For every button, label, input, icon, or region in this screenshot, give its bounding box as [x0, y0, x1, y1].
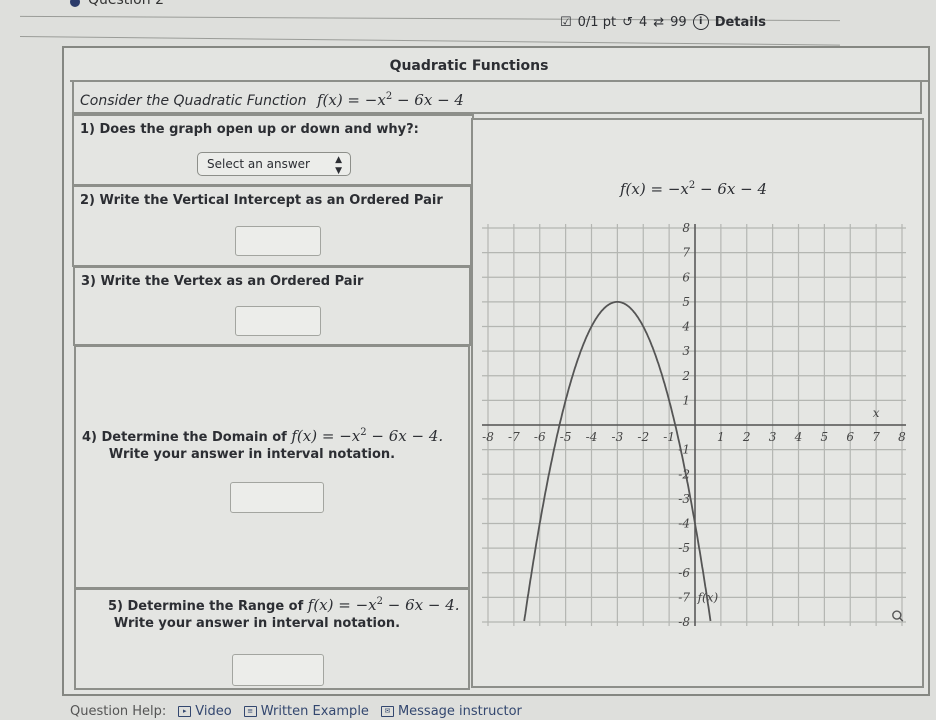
video-icon: ▸ [178, 706, 192, 717]
x-tick-label: -8 [482, 430, 494, 444]
function-graph[interactable]: -8 -7 -6 -5 -4 -3 -2 -1 1 2 3 4 5 6 7 8-8-7-6-5-4-3-2-1… [470, 210, 920, 640]
retry-icon: ↺ [622, 14, 633, 30]
y-tick-label: -3 [678, 492, 690, 506]
y-tick-label: 7 [682, 246, 690, 260]
y-tick-label: 5 [682, 295, 690, 309]
question-help-label: Question Help: [70, 704, 167, 719]
y-tick-label: 2 [681, 369, 690, 383]
question-4-cell: 4) Determine the Domain of f(x) = −x2 − … [74, 345, 470, 589]
y-tick-label: 4 [681, 320, 690, 334]
y-tick-label: -7 [678, 590, 690, 604]
retries-count: 4 [638, 14, 648, 30]
mail-icon: ✉ [380, 706, 394, 717]
x-tick-label: 4 [794, 430, 803, 444]
x-tick-label: -6 [534, 430, 546, 444]
question-3-label: 3) Write the Vertex as an Ordered Pair [81, 274, 364, 289]
question-help: Question Help: ▸ Video ≡ Written Example ✉… [70, 704, 522, 719]
written-example-link[interactable]: ≡ Written Example [243, 704, 369, 719]
divider [19, 36, 840, 46]
x-tick-label: 5 [821, 430, 829, 444]
question-4-instruction: Write your answer in interval notation. [108, 447, 396, 462]
question-5-instruction: Write your answer in interval notation. [113, 616, 401, 631]
x-tick-label: -1 [663, 430, 675, 444]
video-link[interactable]: ▸ Video [178, 704, 232, 719]
sync-icon: ⇄ [653, 14, 665, 30]
select-arrows-icon: ▲ ▼ [335, 155, 342, 176]
answer-select[interactable]: Select an answer ▲ ▼ [197, 152, 351, 176]
x-tick-label: 6 [846, 430, 854, 444]
x-tick-label: 1 [717, 430, 725, 444]
score: 0/1 pt [577, 14, 617, 30]
y-tick-label: -8 [678, 615, 690, 629]
x-tick-label: -5 [560, 430, 572, 444]
x-axis-label: x [873, 406, 880, 420]
range-input[interactable] [232, 654, 324, 686]
info-icon[interactable]: i [692, 14, 709, 30]
domain-input[interactable] [230, 482, 324, 513]
x-tick-label: -2 [637, 430, 649, 444]
consider-text: Consider the Quadratic Function [80, 93, 307, 109]
question-2-label: 2) Write the Vertical Intercept as an Or… [80, 193, 443, 208]
y-tick-label: -6 [678, 566, 690, 580]
details-link[interactable]: Details [715, 15, 766, 30]
y-tick-label: 3 [682, 344, 690, 358]
document-icon: ≡ [243, 706, 257, 717]
x-tick-label: -4 [586, 430, 598, 444]
question-label: Question 2 [88, 0, 164, 8]
consider-row: Consider the Quadratic Function f(x) = −… [72, 80, 922, 114]
message-instructor-link[interactable]: ✉ Message instructor [380, 704, 522, 719]
function-expression: f(x) = −x2 − 6x − 4 [316, 91, 464, 109]
x-tick-label: 3 [769, 430, 777, 444]
x-tick-label: 2 [742, 430, 751, 444]
y-tick-label: -4 [678, 517, 690, 531]
vertex-input[interactable] [235, 306, 321, 336]
attempts-count: 99 [670, 14, 687, 30]
question-1-label: 1) Does the graph open up or down and wh… [80, 122, 419, 137]
y-tick-label: 1 [682, 393, 690, 407]
y-tick-label: 8 [682, 221, 690, 235]
question-4-label: 4) Determine the Domain of f(x) = −x2 − … [82, 427, 444, 445]
x-tick-label: 8 [898, 430, 906, 444]
x-tick-label: -7 [508, 430, 520, 444]
checkbox-icon: ☑ [560, 14, 572, 30]
question-meta: ☑ 0/1 pt ↺ 4 ⇄ 99 i Details [560, 14, 766, 30]
curve-label: f(x) [697, 590, 719, 604]
y-tick-label: -5 [678, 541, 690, 555]
question-5-label: 5) Determine the Range of f(x) = −x2 − 6… [108, 596, 460, 614]
vertical-intercept-input[interactable] [235, 226, 321, 256]
y-tick-label: 6 [682, 270, 690, 284]
magnifier-icon[interactable] [892, 610, 904, 622]
graph-title: f(x) = −x2 − 6x − 4 [620, 180, 767, 198]
question-bullet [70, 0, 80, 7]
page-title: Quadratic Functions [70, 58, 928, 82]
x-tick-label: 7 [872, 430, 880, 444]
x-tick-label: -3 [612, 430, 624, 444]
